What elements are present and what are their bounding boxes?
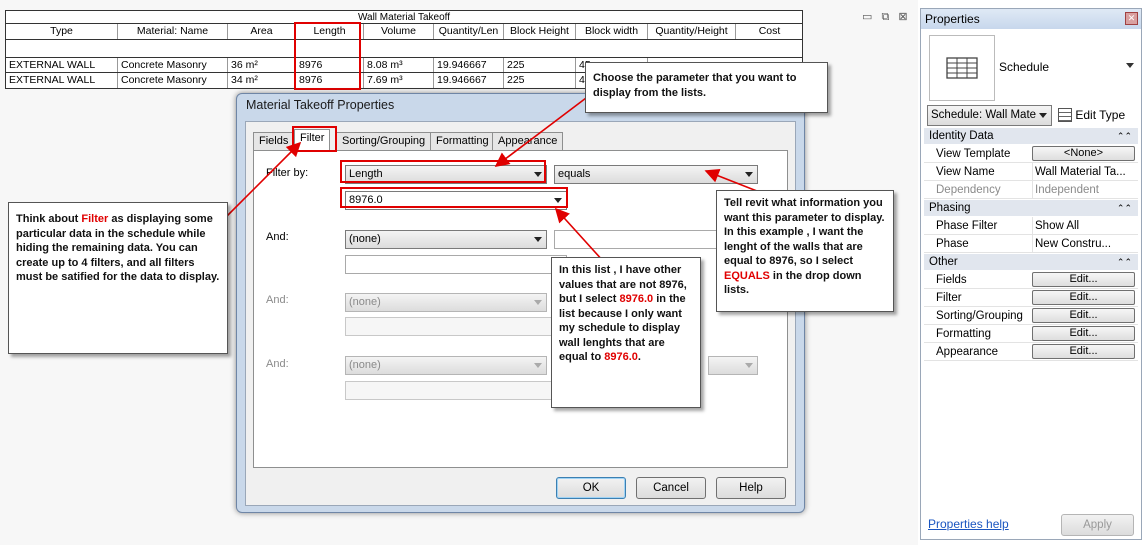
properties-header: Properties ✕ [921,9,1141,29]
properties-title: Properties [925,12,980,26]
collapse-icon: ⌃⌃ [1116,257,1132,267]
callout-choose-parameter: Choose the parameter that you want to di… [585,62,828,113]
type-name: Schedule [999,60,1050,74]
close-icon[interactable]: ✕ [1125,12,1138,25]
properties-help-link[interactable]: Properties help [928,517,1009,531]
group-other[interactable]: Other ⌃⌃ [924,254,1138,270]
prop-phase-filter[interactable]: Phase Filter Show All [924,217,1138,235]
prop-appearance[interactable]: Appearance Edit... [924,343,1138,361]
instance-selector[interactable]: Schedule: Wall Mate [927,105,1052,126]
apply-button[interactable]: Apply [1061,514,1134,536]
prop-sorting-grouping[interactable]: Sorting/Grouping Edit... [924,307,1138,325]
group-phasing[interactable]: Phasing ⌃⌃ [924,200,1138,216]
prop-view-template[interactable]: View Template <None> [924,145,1138,163]
edit-type-button[interactable]: Edit Type [1058,105,1125,126]
prop-dependency: Dependency Independent [924,181,1138,199]
type-dropdown-chevron-icon[interactable] [1126,63,1134,68]
formatting-edit-button[interactable]: Edit... [1032,326,1135,341]
sorting-grouping-edit-button[interactable]: Edit... [1032,308,1135,323]
view-template-button[interactable]: <None> [1032,146,1135,161]
instance-selector-value: Schedule: Wall Mate [931,109,1037,121]
prop-phase[interactable]: Phase New Constru... [924,235,1138,253]
prop-formatting[interactable]: Formatting Edit... [924,325,1138,343]
collapse-icon: ⌃⌃ [1116,131,1132,141]
properties-panel: Properties ✕ Schedule Schedule: Wall Mat… [920,8,1142,540]
appearance-edit-button[interactable]: Edit... [1032,344,1135,359]
edit-type-icon [1058,108,1072,122]
chevron-down-icon [1039,113,1047,118]
filter-edit-button[interactable]: Edit... [1032,290,1135,305]
group-identity-data[interactable]: Identity Data ⌃⌃ [924,128,1138,144]
arrow-to-field-select [494,94,591,167]
schedule-type-thumbnail [929,35,995,101]
prop-filter[interactable]: Filter Edit... [924,289,1138,307]
collapse-icon: ⌃⌃ [1116,203,1132,213]
prop-fields[interactable]: Fields Edit... [924,271,1138,289]
prop-view-name[interactable]: View Name Wall Material Ta... [924,163,1138,181]
callout-value-explanation: In this list , I have other values that … [551,257,701,408]
edit-type-label: Edit Type [1075,108,1126,122]
callout-equals-explanation: Tell revit what information you want thi… [716,190,894,312]
schedule-icon [946,57,978,79]
arrow-to-value-select [554,207,605,263]
callout-filter-explanation: Think about Filter as displaying some pa… [8,202,228,354]
fields-edit-button[interactable]: Edit... [1032,272,1135,287]
